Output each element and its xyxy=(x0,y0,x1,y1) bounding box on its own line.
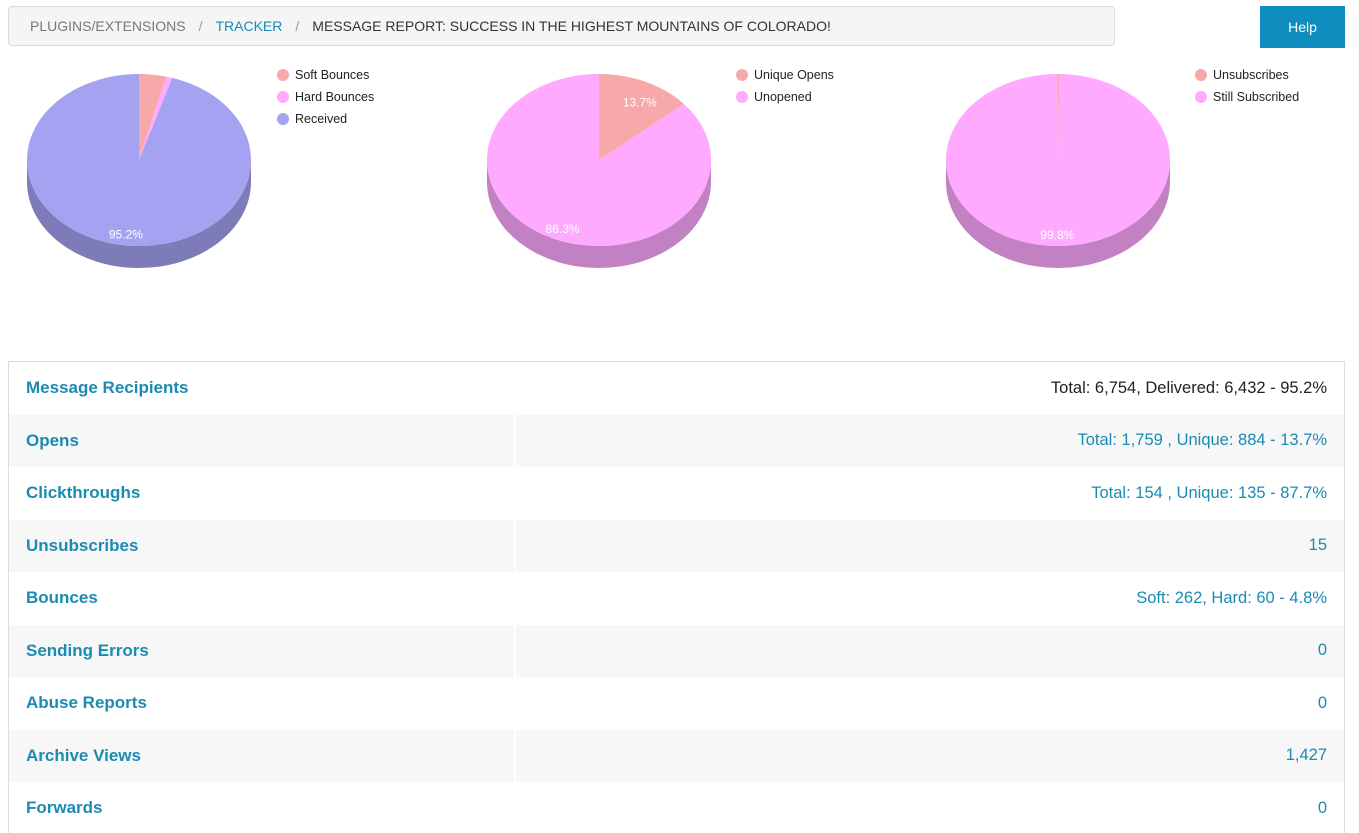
legend-item-unique-opens[interactable]: Unique Opens xyxy=(736,64,834,86)
archive-views-value-link[interactable]: 1,427 xyxy=(1286,746,1327,765)
abuse-reports-value-link[interactable]: 0 xyxy=(1318,694,1327,713)
breadcrumb: PLUGINS/EXTENSIONS / TRACKER / MESSAGE R… xyxy=(8,6,1115,46)
breadcrumb-current-page: MESSAGE REPORT: SUCCESS IN THE HIGHEST M… xyxy=(312,18,831,34)
breadcrumb-separator: / xyxy=(198,18,203,34)
opens-value-link[interactable]: Total: 1,759 , Unique: 884 - 13.7% xyxy=(1078,431,1328,450)
legend-label: Received xyxy=(295,112,348,126)
bounces-value-link[interactable]: Soft: 262, Hard: 60 - 4.8% xyxy=(1136,589,1327,608)
bounce-pie-chart: 95.2% xyxy=(27,74,252,268)
pie-data-label: 99.8% xyxy=(1040,228,1074,242)
opens-link[interactable]: Opens xyxy=(26,431,79,451)
forwards-link[interactable]: Forwards xyxy=(26,798,103,818)
forwards-value-link[interactable]: 0 xyxy=(1318,799,1327,818)
legend-label: Unopened xyxy=(754,90,812,104)
pie-data-label: 95.2% xyxy=(109,227,143,241)
breadcrumb-plugins[interactable]: PLUGINS/EXTENSIONS xyxy=(30,18,186,34)
legend-label: Still Subscribed xyxy=(1213,90,1300,104)
stats-row-sending-errors: Sending Errors 0 xyxy=(9,624,1344,677)
abuse-reports-link[interactable]: Abuse Reports xyxy=(26,693,147,713)
legend-color-dot xyxy=(277,91,289,103)
legend-color-dot xyxy=(277,113,289,125)
legend-item-soft-bounces[interactable]: Soft Bounces xyxy=(277,64,374,86)
breadcrumb-separator: / xyxy=(295,18,300,34)
legend-label: Hard Bounces xyxy=(295,90,375,104)
legend-item-received[interactable]: Received xyxy=(277,108,374,130)
stats-row-unsubscribes: Unsubscribes 15 xyxy=(9,519,1344,572)
breadcrumb-tracker[interactable]: TRACKER xyxy=(215,18,282,34)
stats-row-archive-views: Archive Views 1,427 xyxy=(9,729,1344,782)
message-recipients-link[interactable]: Message Recipients xyxy=(26,378,189,398)
sending-errors-link[interactable]: Sending Errors xyxy=(26,641,149,661)
legend-item-still-subscribed[interactable]: Still Subscribed xyxy=(1195,86,1299,108)
unsubscribes-value-link[interactable]: 15 xyxy=(1309,536,1327,555)
help-button[interactable]: Help xyxy=(1260,6,1345,48)
stats-row-bounces: Bounces Soft: 262, Hard: 60 - 4.8% xyxy=(9,572,1344,625)
legend-label: Unsubscribes xyxy=(1213,68,1289,82)
bounces-link[interactable]: Bounces xyxy=(26,588,98,608)
legend-color-dot xyxy=(277,69,289,81)
legend-label: Unique Opens xyxy=(754,68,834,82)
legend-item-hard-bounces[interactable]: Hard Bounces xyxy=(277,86,374,108)
unsubscribes-link[interactable]: Unsubscribes xyxy=(26,536,138,556)
pie-data-label: 13.7% xyxy=(623,95,657,109)
clickthroughs-value-link[interactable]: Total: 154 , Unique: 135 - 87.7% xyxy=(1091,484,1327,503)
legend-color-dot xyxy=(736,69,748,81)
bounce-chart-legend: Soft Bounces Hard Bounces Received xyxy=(277,64,374,130)
stats-row-forwards: Forwards 0 xyxy=(9,782,1344,833)
unsubscribes-chart-legend: Unsubscribes Still Subscribed xyxy=(1195,64,1299,108)
pie-data-label: 86.3% xyxy=(546,222,580,236)
legend-label: Soft Bounces xyxy=(295,68,370,82)
legend-color-dot xyxy=(1195,91,1207,103)
stats-row-abuse-reports: Abuse Reports 0 xyxy=(9,677,1344,730)
message-recipients-value: Total: 6,754, Delivered: 6,432 - 95.2% xyxy=(1050,378,1327,397)
legend-color-dot xyxy=(1195,69,1207,81)
opens-pie-chart: 13.7% 86.3% xyxy=(487,74,711,268)
archive-views-link[interactable]: Archive Views xyxy=(26,746,141,766)
message-stats-table: Message Recipients Total: 6,754, Deliver… xyxy=(8,361,1345,833)
stats-row-message-recipients: Message Recipients Total: 6,754, Deliver… xyxy=(9,362,1344,415)
legend-item-unsubscribes[interactable]: Unsubscribes xyxy=(1195,64,1299,86)
sending-errors-value-link[interactable]: 0 xyxy=(1318,641,1327,660)
opens-chart-legend: Unique Opens Unopened xyxy=(736,64,834,108)
stats-row-opens: Opens Total: 1,759 , Unique: 884 - 13.7% xyxy=(9,414,1344,467)
stats-row-clickthroughs: Clickthroughs Total: 154 , Unique: 135 -… xyxy=(9,467,1344,520)
legend-item-unopened[interactable]: Unopened xyxy=(736,86,834,108)
legend-color-dot xyxy=(736,91,748,103)
clickthroughs-link[interactable]: Clickthroughs xyxy=(26,483,140,503)
unsubscribes-pie-chart: 99.8% xyxy=(946,74,1171,268)
